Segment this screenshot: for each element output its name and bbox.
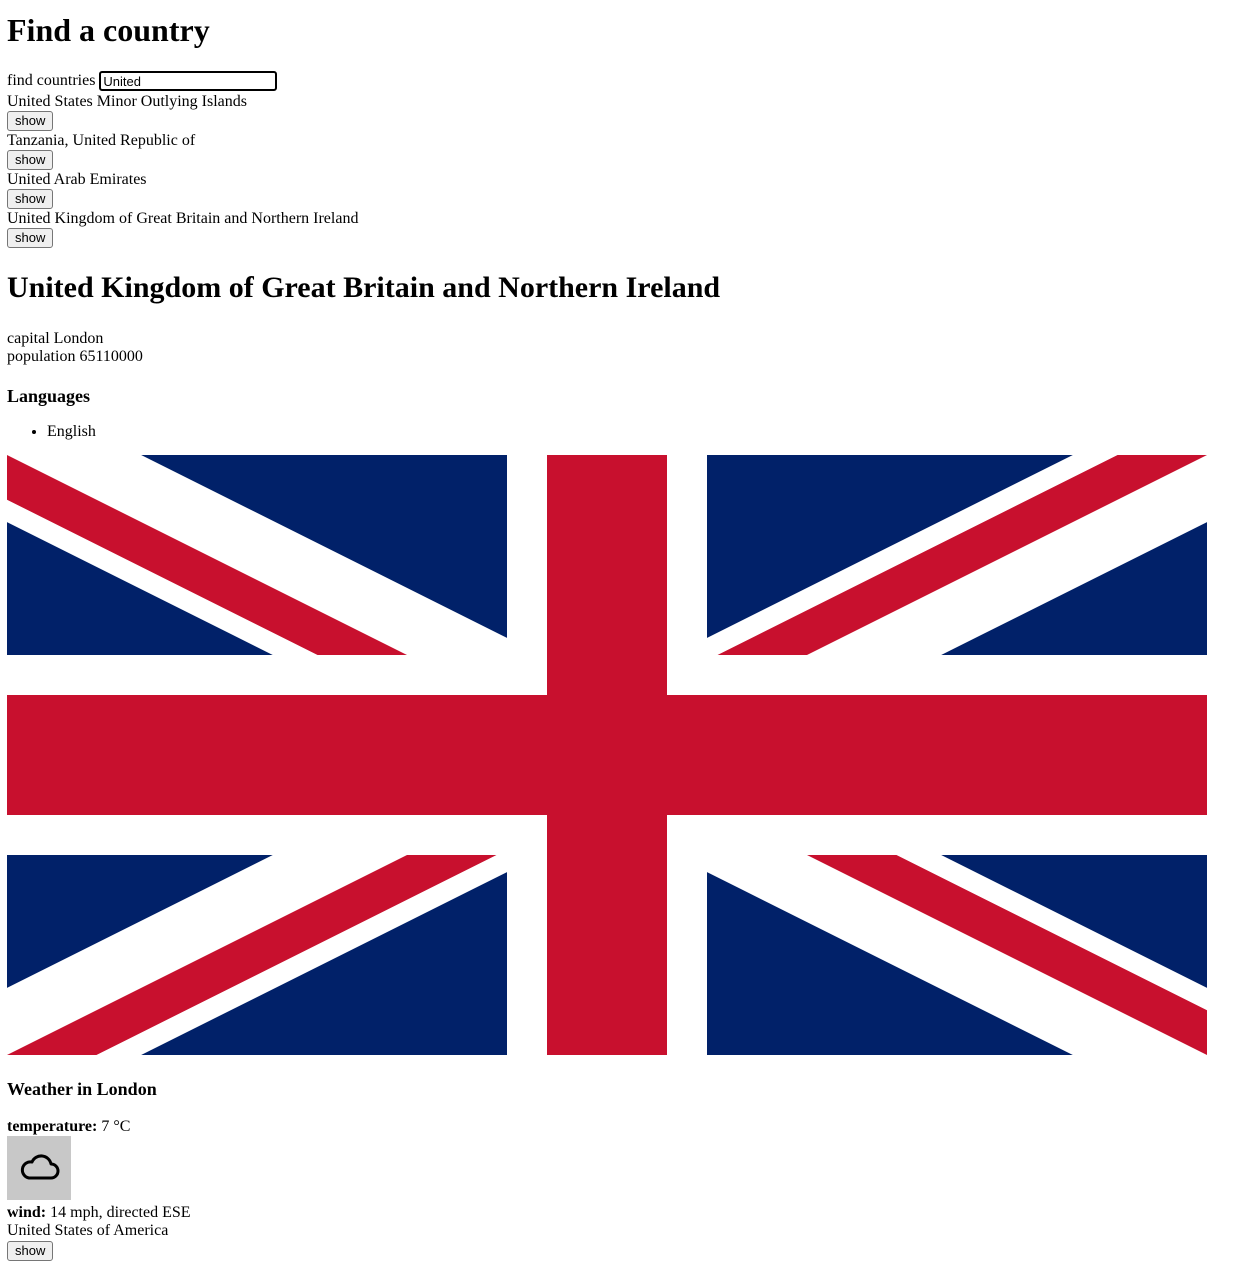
search-input[interactable] bbox=[99, 71, 278, 91]
result-name: United Kingdom of Great Britain and Nort… bbox=[7, 210, 359, 227]
results-list: United States Minor Outlying Islands sho… bbox=[7, 93, 1227, 248]
united-kingdom-flag-icon bbox=[7, 455, 1207, 1055]
list-item: United States of America show bbox=[7, 1222, 1227, 1261]
list-item: Tanzania, United Republic of show bbox=[7, 132, 1227, 170]
population-value: 65110000 bbox=[79, 348, 143, 365]
list-item: United Kingdom of Great Britain and Nort… bbox=[7, 210, 1227, 248]
capital-value: London bbox=[53, 330, 104, 347]
population-label: population bbox=[7, 348, 76, 365]
population-row: population 65110000 bbox=[7, 348, 1227, 366]
search-row: find countries bbox=[7, 70, 1227, 92]
language-item: English bbox=[47, 423, 1227, 441]
show-button[interactable]: show bbox=[7, 150, 54, 170]
show-button[interactable]: show bbox=[7, 111, 54, 131]
result-name: United Arab Emirates bbox=[7, 171, 147, 188]
show-button[interactable]: show bbox=[7, 1241, 54, 1261]
country-name: United Kingdom of Great Britain and Nort… bbox=[7, 271, 721, 304]
search-label: find countries bbox=[7, 72, 96, 89]
capital-row: capital London bbox=[7, 330, 1227, 348]
wind-row: wind: 14 mph, directed ESE bbox=[7, 1204, 1227, 1222]
capital-label: capital bbox=[7, 330, 50, 347]
result-name: United States Minor Outlying Islands bbox=[7, 93, 247, 110]
languages-title: Languages bbox=[7, 386, 91, 406]
list-item: United States Minor Outlying Islands sho… bbox=[7, 93, 1227, 131]
weather-icon bbox=[7, 1136, 71, 1200]
country-details: United Kingdom of Great Britain and Nort… bbox=[7, 269, 1227, 1222]
show-button[interactable]: show bbox=[7, 189, 54, 209]
cloud-icon bbox=[20, 1154, 60, 1180]
page: Find a country find countries United Sta… bbox=[7, 0, 1227, 1262]
temperature-label: temperature: bbox=[7, 1118, 98, 1135]
weather-title: Weather in London bbox=[7, 1079, 157, 1099]
show-button[interactable]: show bbox=[7, 228, 54, 248]
result-name: Tanzania, United Republic of bbox=[7, 132, 196, 149]
languages-list: English bbox=[7, 423, 1227, 441]
temperature-row: temperature: 7 °C bbox=[7, 1118, 1227, 1136]
wind-value: 14 mph, directed ESE bbox=[50, 1204, 191, 1221]
list-item: United Arab Emirates show bbox=[7, 171, 1227, 209]
temperature-value: 7 °C bbox=[101, 1118, 131, 1135]
result-name: United States of America bbox=[7, 1222, 169, 1239]
country-facts: capital London population 65110000 bbox=[7, 330, 1227, 366]
page-title: Find a country bbox=[7, 12, 210, 48]
wind-label: wind: bbox=[7, 1204, 47, 1221]
